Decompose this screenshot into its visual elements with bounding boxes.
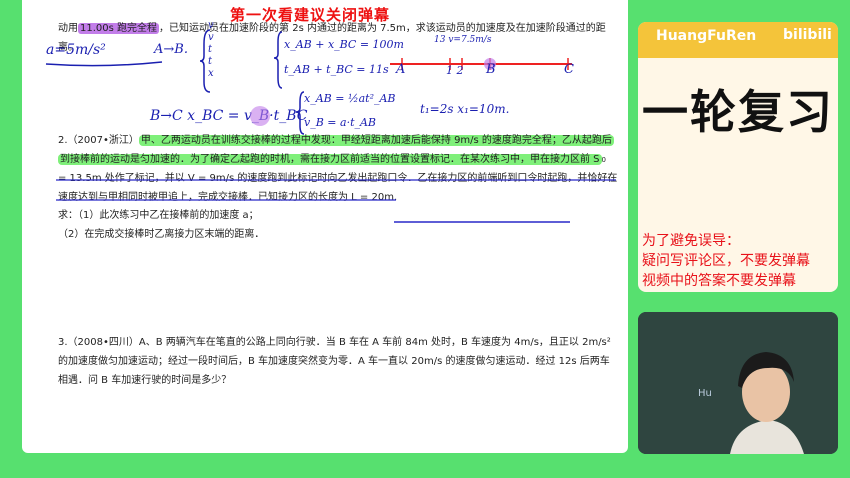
presenter-avatar: [638, 312, 838, 454]
hw-vb-eq: v_B = a·t_AB: [304, 116, 377, 129]
webcam-view: Hu: [638, 312, 838, 454]
hw-vt-list: v v t t x: [208, 20, 214, 80]
problem1-prefix: 动用: [58, 23, 78, 34]
hw-xab-eq: x_AB = ½at²_AB: [304, 92, 396, 105]
hw-list-t2: t: [208, 56, 213, 67]
sidebar-panel: HuangFuRen bilibili 一轮复习 为了避免误导： 疑问写评论区，…: [638, 22, 838, 292]
hw-point-c: C: [564, 62, 574, 77]
hw-blue-underlines: [56, 179, 616, 201]
danmaku-warning: 第一次看建议关闭弹幕: [230, 6, 391, 24]
q2-sub1: 求：（1）此次练习中乙在接棒前的加速度 a；: [58, 210, 259, 221]
q2-sub2: （2）在完成交接棒时乙离接力区末端的距离．: [58, 229, 265, 240]
notice-line3: 视频中的答案不要发弹幕: [642, 273, 796, 289]
highlight-purple: 11.00s 跑完全程: [78, 23, 160, 34]
q2-line1: 2.（2007•浙江） 甲、乙两运动员在训练交接棒的过程中发现：甲经短距离加速后能…: [58, 131, 614, 146]
hw-t1-eq: t₁=2s x₁=10m.: [420, 102, 510, 116]
hw-point-b: B: [486, 62, 496, 77]
hw-point-12: 1 2: [446, 64, 464, 77]
q2-prefix: 2.（2007•浙江）: [58, 135, 139, 146]
q3-line2: 的加速度做匀加速运动；经过一段时间后，B 车加速度突然变为零．A 车一直以 20…: [58, 356, 610, 367]
hw-list-v: v: [208, 20, 214, 31]
notice-line2: 疑问写评论区，不要发弹幕: [642, 253, 810, 269]
hw-point-a: A: [396, 62, 406, 77]
hw-underline: [45, 61, 163, 67]
hw-list-v2: v: [208, 32, 214, 43]
hw-number-line: [390, 58, 572, 70]
hw-list-x: x: [208, 68, 214, 79]
bilibili-logo: bilibili: [783, 27, 832, 43]
webcam-watermark: Hu: [698, 388, 712, 399]
hw-line-right: [394, 221, 570, 223]
q3-line3: 相遇．问 B 车加速行驶的时间是多少？: [58, 375, 232, 386]
hw-t-sum: t_AB + t_BC = 11s: [284, 63, 389, 76]
q3-line1: 3.（2008•四川）A、B 两辆汽车在笔直的公路上同向行驶．当 B 车在 A …: [58, 337, 611, 348]
notice-line1: 为了避免误导：: [642, 233, 740, 249]
brand-name: HuangFuRen: [656, 28, 757, 44]
sidebar-header: HuangFuRen bilibili: [638, 22, 838, 58]
hw-brace: [200, 29, 211, 93]
highlight-green-1: 甲、乙两运动员在训练交接棒的过程中发现：甲经短距离加速后能保持 9m/s 的速度…: [138, 135, 614, 146]
hw-list-t: t: [208, 44, 213, 55]
hw-a-to-b: A→B.: [154, 42, 188, 57]
hw-v-label: 13 v=7.5m/s: [434, 35, 492, 45]
big-title: 一轮复习: [642, 85, 834, 139]
document-panel: 动用 11.00s 跑完全程 ，已知运动员在加速阶段的第 2s 内通过的距离为 7.…: [22, 0, 628, 453]
hw-a-eq: a=5m/s²: [46, 42, 106, 58]
hw-vb-circle: [250, 106, 270, 126]
